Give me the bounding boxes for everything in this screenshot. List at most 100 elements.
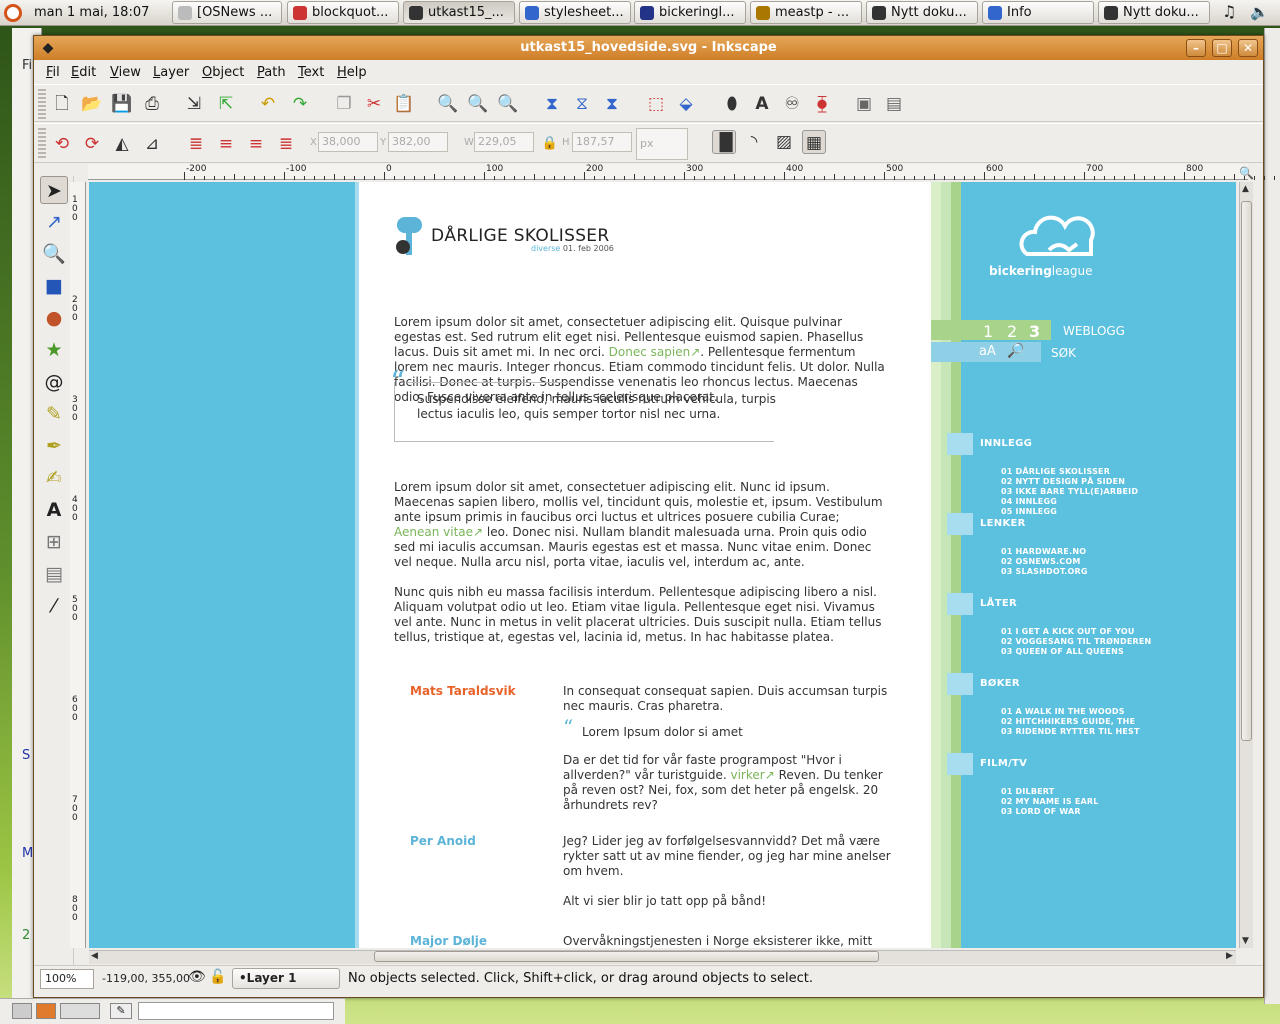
search-field[interactable]: [138, 1002, 334, 1020]
vertical-scroll-thumb[interactable]: [1241, 201, 1252, 741]
scale-stroke-icon[interactable]: ▐▌: [712, 130, 739, 154]
ungroup-icon[interactable]: ⬙: [674, 92, 698, 116]
width-field[interactable]: 229,05: [474, 132, 534, 152]
pencil-tool-icon[interactable]: ✎: [40, 400, 68, 428]
sidebar-section-item[interactable]: 02 MY NAME IS EARL: [1001, 797, 1099, 806]
taskbar-button[interactable]: Nytt doku...: [1098, 1, 1210, 24]
window-titlebar[interactable]: ◆ utkast15_hovedside.svg - Inkscape – □ …: [34, 36, 1263, 60]
sidebar-section-item[interactable]: 02 OSNEWS.COM: [1001, 557, 1081, 566]
inline-link[interactable]: Aenean vitae: [394, 525, 473, 539]
zoom-page-icon[interactable]: 🔍: [496, 92, 520, 116]
transform-patterns-icon[interactable]: ▦: [802, 130, 826, 154]
zoom-selection-icon[interactable]: 🔍: [436, 92, 460, 116]
font-size-toggle[interactable]: aA: [979, 344, 996, 359]
taskbar-button[interactable]: blockquot...: [287, 1, 399, 24]
inline-link[interactable]: Donec sapien: [609, 345, 691, 359]
menu-object[interactable]: Object: [202, 65, 244, 80]
sidebar-section-item[interactable]: 01 DÅRLIGE SKOLISSER: [1001, 467, 1110, 476]
maximize-button[interactable]: □: [1212, 39, 1232, 57]
taskbar-button[interactable]: Info: [982, 1, 1094, 24]
menu-fil[interactable]: Fil: [46, 65, 60, 80]
align-distribute-icon[interactable]: ⧳: [810, 92, 834, 116]
sidebar-section-item[interactable]: 02 HITCHHIKERS GUIDE, THE: [1001, 717, 1135, 726]
sidebar-section-item[interactable]: 01 DILBERT: [1001, 787, 1054, 796]
paste-icon[interactable]: 📋: [392, 92, 416, 116]
music-icon[interactable]: ♫: [1222, 2, 1236, 21]
notes-icon[interactable]: ✎: [110, 1003, 132, 1019]
volume-icon[interactable]: 🔈: [1250, 3, 1269, 21]
sidebar-section-item[interactable]: 03 IKKE BARE TYLL(E)ARBEID: [1001, 487, 1138, 496]
group-icon[interactable]: ⬚: [644, 92, 668, 116]
zoom-field[interactable]: 100%: [40, 969, 94, 989]
cut-icon[interactable]: ✂: [362, 92, 386, 116]
page-link-3[interactable]: 3: [1029, 322, 1040, 341]
flip-vertical-icon[interactable]: ⊿: [140, 132, 164, 156]
taskbar-button[interactable]: meastp - ...: [750, 1, 862, 24]
xml-editor-icon[interactable]: ♾: [780, 92, 804, 116]
spiral-tool-icon[interactable]: @: [40, 368, 68, 396]
post-category[interactable]: diverse: [531, 244, 560, 253]
height-field[interactable]: 187,57: [572, 132, 632, 152]
menu-view[interactable]: View: [110, 65, 141, 80]
lock-icon[interactable]: 🔓: [209, 969, 226, 985]
scroll-left-arrow-icon[interactable]: ◀: [91, 951, 98, 961]
raise-to-top-icon[interactable]: ≣: [184, 132, 208, 156]
search-icon[interactable]: 🔎: [1007, 343, 1024, 359]
save-icon[interactable]: 💾: [110, 92, 134, 116]
text-tool-icon[interactable]: A: [40, 496, 68, 524]
duplicate-icon[interactable]: ⧗: [540, 92, 564, 116]
minimize-button[interactable]: –: [1186, 39, 1206, 57]
comment-author[interactable]: Per Anoid: [410, 834, 476, 848]
calligraphy-tool-icon[interactable]: ✍: [40, 464, 68, 492]
redo-icon[interactable]: ↷: [288, 92, 312, 116]
menu-edit[interactable]: Edit: [71, 65, 96, 80]
taskbar-button[interactable]: Nytt doku...: [866, 1, 978, 24]
flip-horizontal-icon[interactable]: ◭: [110, 132, 134, 156]
sidebar-section-item[interactable]: 03 SLASHDOT.ORG: [1001, 567, 1088, 576]
menu-text[interactable]: Text: [298, 65, 324, 80]
copy-icon[interactable]: ❐: [332, 92, 356, 116]
scroll-right-arrow-icon[interactable]: ▶: [1226, 951, 1233, 961]
pen-tool-icon[interactable]: ✒: [40, 432, 68, 460]
rectangle-tool-icon[interactable]: ■: [40, 272, 68, 300]
export-icon[interactable]: ⇱: [214, 92, 238, 116]
unlink-clone-icon[interactable]: ⧗: [600, 92, 624, 116]
comment-author[interactable]: Mats Taraldsvik: [410, 684, 516, 698]
zoom-drawing-icon[interactable]: 🔍: [466, 92, 490, 116]
vertical-ruler[interactable]: 100 200 300 400 500 600 700 800: [70, 182, 86, 948]
inline-link[interactable]: virker: [730, 768, 764, 782]
x-field[interactable]: 38,000: [318, 132, 378, 152]
connector-tool-icon[interactable]: ⊞: [40, 528, 68, 556]
menu-path[interactable]: Path: [257, 65, 286, 80]
sidebar-section-item[interactable]: 03 RIDENDE RYTTER TIL HEST: [1001, 727, 1140, 736]
undo-icon[interactable]: ↶: [256, 92, 280, 116]
ubuntu-logo-icon[interactable]: [4, 4, 22, 22]
toolbar-grip[interactable]: [38, 89, 46, 119]
gradient-tool-icon[interactable]: ▤: [40, 560, 68, 588]
preferences-icon[interactable]: ▣: [852, 92, 876, 116]
print-icon[interactable]: ⎙: [140, 92, 164, 116]
horizontal-scroll-thumb[interactable]: [374, 951, 879, 962]
selector-tool-icon[interactable]: ➤: [40, 176, 68, 204]
inkscape-icon[interactable]: ◆: [40, 40, 56, 56]
clone-icon[interactable]: ⧖: [570, 92, 594, 116]
sidebar-section-title[interactable]: BØKER: [980, 678, 1020, 689]
sidebar-section-item[interactable]: 04 INNLEGG: [1001, 497, 1057, 506]
sidebar-section-title[interactable]: LENKER: [980, 518, 1026, 529]
star-tool-icon[interactable]: ★: [40, 336, 68, 364]
unit-select[interactable]: px: [636, 128, 688, 160]
nav-weblogg[interactable]: WEBLOGG: [1063, 324, 1125, 338]
sidebar-section-item[interactable]: 03 LORD OF WAR: [1001, 807, 1081, 816]
ellipse-tool-icon[interactable]: ●: [40, 304, 68, 332]
toolbar-grip[interactable]: [38, 128, 46, 158]
rotate-ccw-icon[interactable]: ⟲: [50, 132, 74, 156]
node-tool-icon[interactable]: ↗: [40, 208, 68, 236]
close-button[interactable]: ✕: [1238, 39, 1258, 57]
open-icon[interactable]: 📂: [80, 92, 104, 116]
sidebar-section-item[interactable]: 03 QUEEN OF ALL QUEENS: [1001, 647, 1124, 656]
sidebar-section-title[interactable]: FILM/TV: [980, 758, 1027, 769]
horizontal-ruler[interactable]: -200 -100 0 100 200 300 400 500 600 700 800: [88, 164, 1275, 180]
zoom-corner-icon[interactable]: 🔍: [1239, 166, 1254, 180]
sidebar-section-item[interactable]: 01 HARDWARE.NO: [1001, 547, 1086, 556]
text-font-icon[interactable]: A: [750, 92, 774, 116]
